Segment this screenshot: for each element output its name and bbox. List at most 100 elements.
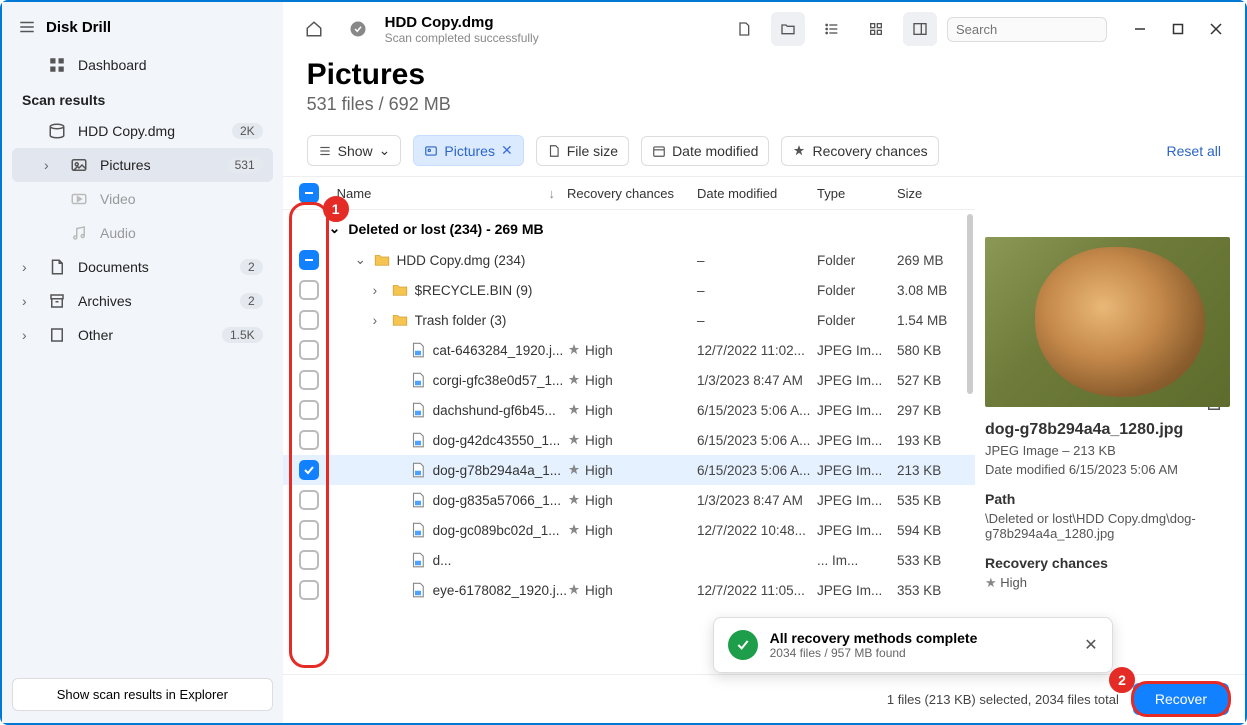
table-row[interactable]: dog-g42dc43550_1...High6/15/2023 5:06 A.… [283,425,975,455]
row-checkbox[interactable] [299,550,319,570]
sidebar-item-archives[interactable]: › Archives 2 [12,284,273,318]
recover-button[interactable]: Recover [1133,683,1229,715]
filter-filesize[interactable]: File size [536,136,629,166]
search-box[interactable] [947,17,1107,42]
sidebar-item-other[interactable]: › Other 1.5K [12,318,273,352]
video-icon [70,190,88,208]
sidebar-item-audio[interactable]: Audio [12,216,273,250]
size-value: 213 KB [897,463,967,478]
preview-path: \Deleted or lost\HDD Copy.dmg\dog-g78b29… [985,511,1227,541]
sidebar-section-label: Scan results [12,82,273,114]
row-checkbox[interactable] [299,340,319,360]
filter-date[interactable]: Date modified [641,136,769,166]
remove-filter-icon[interactable]: ✕ [501,142,513,159]
row-checkbox[interactable] [299,460,319,480]
type-value: JPEG Im... [817,373,897,388]
sidebar-item-documents[interactable]: › Documents 2 [12,250,273,284]
table-row[interactable]: eye-6178082_1920.j...High12/7/2022 11:05… [283,575,975,605]
file-name: eye-6178082_1920.j... [433,583,567,598]
row-checkbox[interactable] [299,310,319,330]
sidebar-item-label: Pictures [100,157,215,173]
date-value: 1/3/2023 8:47 AM [697,373,817,388]
filter-show-label: Show [338,143,373,159]
sidebar-item-video[interactable]: Video [12,182,273,216]
row-checkbox[interactable] [299,520,319,540]
col-date[interactable]: Date modified [697,186,817,201]
filter-label: Date modified [672,143,758,159]
expand-icon[interactable]: › [373,313,385,328]
table-row[interactable]: corgi-gfc38e0d57_1...High1/3/2023 8:47 A… [283,365,975,395]
table-row[interactable]: ›Trash folder (3)–Folder1.54 MB [283,305,975,335]
home-button[interactable] [297,12,331,46]
date-value: 12/7/2022 11:02... [697,343,817,358]
split-view-button[interactable] [903,12,937,46]
table-row[interactable]: ⌄HDD Copy.dmg (234)–Folder269 MB [283,245,975,275]
row-checkbox[interactable] [299,370,319,390]
sidebar-item-label: Video [100,191,263,207]
table-row[interactable]: dog-g78b294a4a_1...High6/15/2023 5:06 A.… [283,455,975,485]
preview-modified: Date modified 6/15/2023 5:06 AM [985,462,1227,477]
file-view-button[interactable] [727,12,761,46]
star-icon [567,493,581,507]
scrollbar[interactable] [967,214,973,394]
type-value: Folder [817,253,897,268]
filter-pictures[interactable]: Pictures ✕ [413,135,523,166]
table-row[interactable]: d...... Im...533 KB [283,545,975,575]
row-checkbox[interactable] [299,430,319,450]
date-value: – [697,313,817,328]
file-name: dog-g42dc43550_1... [433,433,561,448]
preview-image [985,237,1230,407]
col-recovery[interactable]: Recovery chances [567,186,697,201]
menu-icon[interactable] [18,18,36,36]
expand-icon[interactable]: › [373,283,385,298]
row-checkbox[interactable] [299,490,319,510]
size-value: 353 KB [897,583,967,598]
scan-status-icon[interactable] [341,12,375,46]
expand-icon[interactable]: ⌄ [355,252,367,268]
minimize-button[interactable] [1125,14,1155,44]
toast-close-button[interactable]: ✕ [1084,635,1097,655]
folder-view-button[interactable] [771,12,805,46]
sliders-icon [318,144,332,158]
other-icon [48,326,66,344]
recovery-value: High [585,373,613,388]
filter-recovery[interactable]: Recovery chances [781,136,938,166]
file-table: Name↓ Recovery chances Date modified Typ… [283,177,975,674]
success-icon [728,630,758,660]
row-checkbox[interactable] [299,250,319,270]
table-row[interactable]: dog-g835a57066_1...High1/3/2023 8:47 AMJ… [283,485,975,515]
file-name: dog-g78b294a4a_1... [433,463,561,478]
sidebar-item-pictures[interactable]: › Pictures 531 [12,148,273,182]
table-row[interactable]: cat-6463284_1920.j...High12/7/2022 11:02… [283,335,975,365]
col-type[interactable]: Type [817,186,897,201]
table-row[interactable]: dog-gc089bc02d_1...High12/7/2022 10:48..… [283,515,975,545]
show-in-explorer-button[interactable]: Show scan results in Explorer [12,678,273,711]
recovery-value: High [585,343,613,358]
group-header[interactable]: ⌄ Deleted or lost (234) - 269 MB [283,210,975,245]
row-checkbox[interactable] [299,400,319,420]
maximize-button[interactable] [1163,14,1193,44]
search-input[interactable] [956,22,1132,37]
size-value: 297 KB [897,403,967,418]
table-row[interactable]: dachshund-gf6b45...High6/15/2023 5:06 A.… [283,395,975,425]
page-subtitle: 531 files / 692 MB [307,94,1221,115]
annotation-2: 2 [1109,667,1135,693]
row-checkbox[interactable] [299,580,319,600]
sidebar: Disk Drill Dashboard Scan results HDD Co… [2,2,283,723]
sidebar-item-disk[interactable]: HDD Copy.dmg 2K [12,114,273,148]
group-label: Deleted or lost (234) - 269 MB [348,221,543,237]
filter-show[interactable]: Show ⌄ [307,135,402,166]
sort-icon[interactable]: ↓ [549,186,556,201]
row-checkbox[interactable] [299,280,319,300]
star-icon [567,343,581,357]
grid-view-button[interactable] [859,12,893,46]
reset-filters[interactable]: Reset all [1167,143,1221,159]
sidebar-item-label: HDD Copy.dmg [78,123,220,139]
list-view-button[interactable] [815,12,849,46]
close-button[interactable] [1201,14,1231,44]
nav-dashboard[interactable]: Dashboard [12,48,273,82]
select-all-checkbox[interactable] [299,183,319,203]
type-value: Folder [817,313,897,328]
table-row[interactable]: ›$RECYCLE.BIN (9)–Folder3.08 MB [283,275,975,305]
col-size[interactable]: Size [897,186,967,201]
